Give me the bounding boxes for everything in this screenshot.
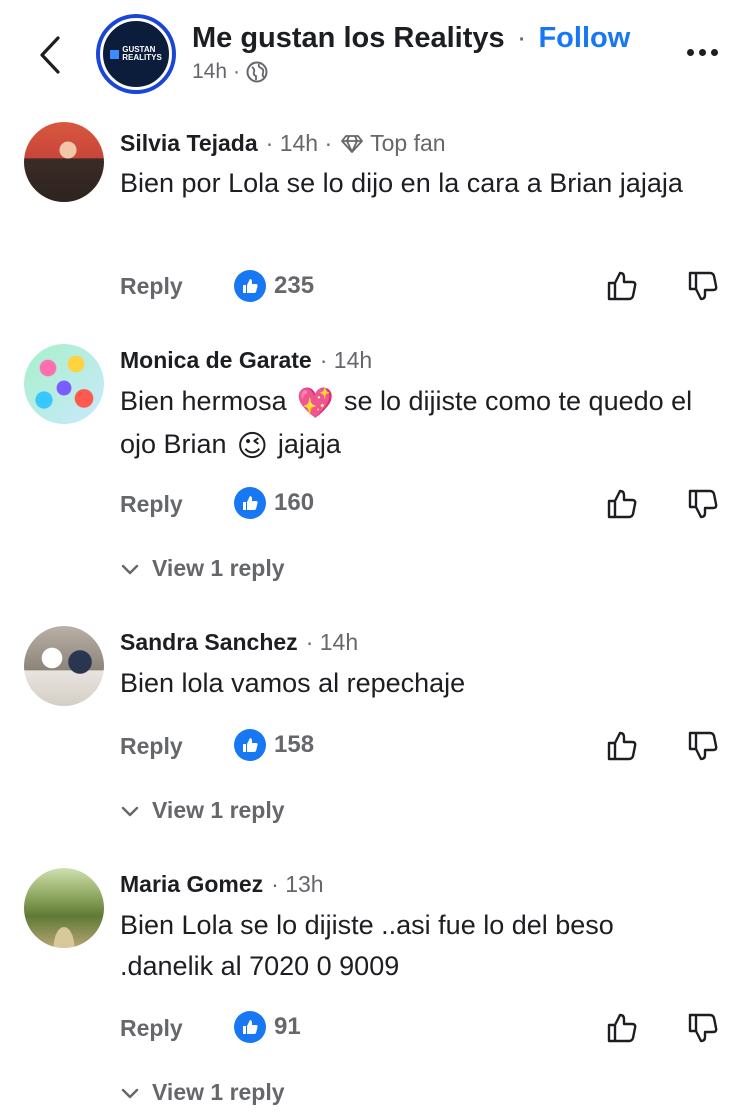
title-separator: · [516,22,527,54]
avatar-silvia[interactable] [24,122,104,202]
comment-author[interactable]: Sandra Sanchez [120,629,298,656]
comment-2-header: Monica de Garate · 14h [120,347,372,374]
like-count: 91 [274,1013,301,1040]
comment-text: Bien Lola se lo dijiste ..asi fue lo del… [120,910,614,981]
more-dot-2 [698,48,706,56]
comment-author[interactable]: Maria Gomez [120,871,263,898]
top-fan-badge: Top fan [340,130,446,157]
view-replies-button[interactable]: View 1 reply [120,797,285,824]
back-button[interactable] [30,30,70,80]
globe-icon [246,61,268,83]
chevron-down-icon [121,806,139,816]
view-replies-label: View 1 reply [152,797,285,823]
reply-button[interactable]: Reply [120,273,183,300]
like-count: 160 [274,489,315,516]
like-icon[interactable] [605,487,639,521]
more-options-button[interactable] [680,34,724,70]
post-time[interactable]: 14h [192,60,227,84]
post-meta: 14h · [192,60,268,84]
view-replies-button[interactable]: View 1 reply [120,1079,285,1106]
reply-button[interactable]: Reply [120,733,183,760]
page-logo: GUSTAN REALITYS [100,18,172,90]
comment-3-header: Sandra Sanchez · 14h [120,629,358,656]
like-badge-icon [234,729,266,761]
meta-separator: · [233,60,241,83]
comment-author[interactable]: Silvia Tejada [120,130,258,157]
comment-time: · 14h · [265,130,333,156]
more-dot-3 [710,48,718,56]
comment-text: Bien hermosa 💖 se lo dijiste como te quedo… [120,381,700,467]
like-count: 158 [274,731,315,758]
dislike-icon[interactable] [686,269,720,303]
dislike-icon[interactable] [686,729,720,763]
dislike-icon[interactable] [686,487,720,521]
house-icon [110,49,120,59]
follow-button[interactable]: Follow [538,22,630,54]
like-badge-icon [234,487,266,519]
comment-text: Bien por Lola se lo dijo en la cara a Br… [120,168,683,198]
like-count: 235 [274,272,315,299]
like-icon[interactable] [605,1011,639,1045]
comment-author[interactable]: Monica de Garate [120,347,312,374]
chevron-down-icon [121,564,139,574]
chevron-left-icon [40,36,60,74]
chevron-down-icon [121,1088,139,1098]
like-badge-icon [234,270,266,302]
wink-emoji: 😉 [236,430,268,463]
reply-button[interactable]: Reply [120,491,183,518]
reply-button[interactable]: Reply [120,1015,183,1042]
view-replies-label: View 1 reply [152,555,285,581]
page-name[interactable]: Me gustan los Realitys [192,22,505,54]
top-fan-label: Top fan [370,130,446,156]
comment-time: · 14h [319,347,373,373]
avatar-sandra[interactable] [24,626,104,706]
page-avatar[interactable]: GUSTAN REALITYS [96,14,176,94]
reaction-count[interactable]: 235 [234,270,314,302]
dislike-icon[interactable] [686,1011,720,1045]
comment-text-part: jajaja [277,429,341,459]
comment-1-header: Silvia Tejada · 14h · Top fan [120,130,446,157]
avatar-monica[interactable] [24,344,104,424]
more-dot-1 [686,48,694,56]
sparkling-heart-emoji: 💖 [296,387,334,420]
view-replies-button[interactable]: View 1 reply [120,555,285,582]
like-icon[interactable] [605,729,639,763]
reaction-count[interactable]: 158 [234,729,314,761]
comment-text-part: Bien hermosa [120,386,287,416]
diamond-icon [341,134,364,153]
reaction-count[interactable]: 91 [234,1011,301,1043]
like-badge-icon [234,1011,266,1043]
comment-4-header: Maria Gomez · 13h [120,871,324,898]
avatar-maria[interactable] [24,868,104,948]
view-replies-label: View 1 reply [152,1079,285,1105]
comment-time: · 14h [305,629,359,655]
comment-text: Bien lola vamos al repechaje [120,668,466,698]
like-icon[interactable] [605,269,639,303]
reaction-count[interactable]: 160 [234,487,314,519]
comment-time: · 13h [271,871,324,897]
page-title: Me gustan los Realitys · Follow [192,22,630,55]
logo-text-line2: REALITYS [122,53,162,62]
